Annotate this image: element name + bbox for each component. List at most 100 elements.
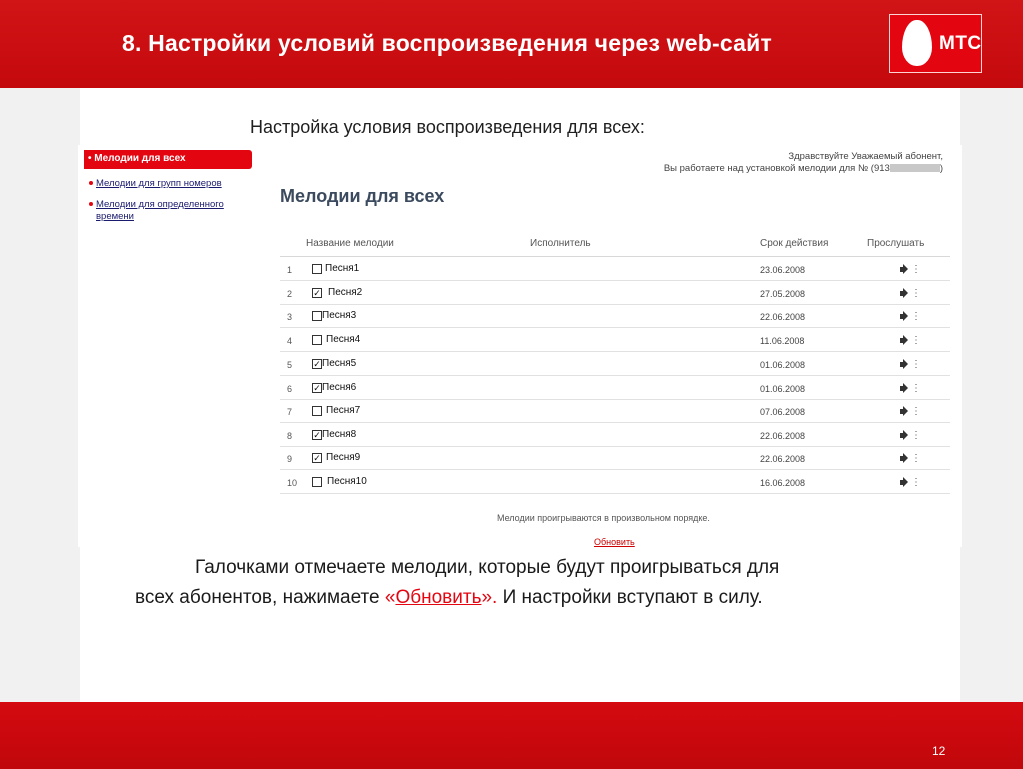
melody-checkbox[interactable] xyxy=(312,264,322,274)
row-divider xyxy=(280,280,950,281)
sidebar-item-label: времени xyxy=(96,211,134,222)
row-number: 2 xyxy=(287,289,293,299)
row-divider xyxy=(280,493,950,494)
song-name: Песня5 xyxy=(322,358,357,369)
sidebar-item-all-melodies[interactable]: • Мелодии для всех xyxy=(84,150,252,169)
caption-line2: всех абонентов, нажимаете «Обновить». И … xyxy=(135,587,763,609)
backdrop-right xyxy=(960,88,1023,702)
row-number: 5 xyxy=(287,360,293,370)
table-row: 7 Песня7 07.06.2008 ⋮ xyxy=(280,400,950,423)
expiry-date: 27.05.2008 xyxy=(760,289,806,299)
expiry-date: 01.06.2008 xyxy=(760,360,806,370)
expiry-date: 22.06.2008 xyxy=(760,312,806,322)
song-name: Песня9 xyxy=(326,452,361,463)
song-name: Песня2 xyxy=(328,287,363,298)
song-name: Песня10 xyxy=(327,476,367,487)
melody-checkbox[interactable]: ✓ xyxy=(312,288,322,298)
random-order-note: Мелодии проигрываются в произвольном пор… xyxy=(497,513,710,523)
song-name: Песня6 xyxy=(322,382,357,393)
masked-number xyxy=(889,164,940,173)
song-name: Песня3 xyxy=(322,310,357,321)
speaker-icon[interactable]: ⋮ xyxy=(900,311,921,322)
update-link[interactable]: Обновить xyxy=(594,537,635,547)
slide-footer xyxy=(0,702,1023,769)
speaker-icon[interactable]: ⋮ xyxy=(900,453,921,464)
melody-checkbox[interactable] xyxy=(312,406,322,416)
speaker-icon[interactable]: ⋮ xyxy=(900,383,921,394)
melody-checkbox[interactable] xyxy=(312,311,322,321)
expiry-date: 23.06.2008 xyxy=(760,265,806,275)
sidebar-item-timed-melodies[interactable]: Мелодии для определенного времени xyxy=(96,199,224,223)
table-row: 3 Песня3 22.06.2008 ⋮ xyxy=(280,305,950,328)
melody-checkbox[interactable] xyxy=(312,335,322,345)
expiry-date: 11.06.2008 xyxy=(760,336,805,346)
egg-icon xyxy=(902,20,932,66)
expiry-date: 16.06.2008 xyxy=(760,478,806,488)
speaker-icon[interactable]: ⋮ xyxy=(900,430,921,441)
table-row: 5 ✓ Песня5 01.06.2008 ⋮ xyxy=(280,353,950,376)
table-row: 6 ✓ Песня6 01.06.2008 ⋮ xyxy=(280,377,950,400)
sidebar-item-label: Мелодии для определенного xyxy=(96,199,224,210)
greeting-text-end: ) xyxy=(939,163,943,174)
song-name: Песня7 xyxy=(326,405,361,416)
song-name: Песня1 xyxy=(325,263,360,274)
greeting-line1: Здравствуйте Уважаемый абонент, xyxy=(788,151,943,162)
melody-checkbox[interactable]: ✓ xyxy=(312,359,322,369)
column-header-song: Название мелодии xyxy=(306,238,394,249)
expiry-date: 07.06.2008 xyxy=(760,407,806,417)
speaker-icon[interactable]: ⋮ xyxy=(900,406,921,417)
row-divider xyxy=(280,422,950,423)
bullet-icon xyxy=(89,202,93,206)
table-row: 9 ✓ Песня9 22.06.2008 ⋮ xyxy=(280,447,950,470)
caption-text: всех абонентов, нажимаете xyxy=(135,587,385,608)
row-number: 7 xyxy=(287,407,293,417)
caption-line1: Галочками отмечаете мелодии, которые буд… xyxy=(195,557,780,578)
row-divider xyxy=(280,375,950,376)
row-number: 1 xyxy=(287,265,293,275)
row-number: 3 xyxy=(287,312,293,322)
column-header-artist: Исполнитель xyxy=(530,238,591,249)
melody-checkbox[interactable]: ✓ xyxy=(312,383,322,393)
expiry-date: 22.06.2008 xyxy=(760,431,806,441)
table-row: 10 Песня10 16.06.2008 ⋮ xyxy=(280,471,950,494)
song-name: Песня8 xyxy=(322,429,357,440)
speaker-icon[interactable]: ⋮ xyxy=(900,359,921,370)
row-number: 10 xyxy=(287,478,298,488)
quote-close: ». xyxy=(481,587,503,608)
row-number: 9 xyxy=(287,454,293,464)
column-header-listen: Прослушать xyxy=(867,238,925,249)
speaker-icon[interactable]: ⋮ xyxy=(900,335,921,346)
row-divider xyxy=(280,469,950,470)
row-divider xyxy=(280,351,950,352)
speaker-icon[interactable]: ⋮ xyxy=(900,288,921,299)
row-divider xyxy=(280,327,950,328)
caption-update-link[interactable]: Обновить xyxy=(395,587,481,608)
table-row: 4 Песня4 11.06.2008 ⋮ xyxy=(280,329,950,352)
bullet-icon xyxy=(89,181,93,185)
caption-text-end: И настройки вступают в силу. xyxy=(502,587,763,608)
expiry-date: 01.06.2008 xyxy=(760,384,806,394)
greeting-line2: Вы работаете над установкой мелодии для … xyxy=(664,163,943,174)
melody-checkbox[interactable]: ✓ xyxy=(312,430,322,440)
row-number: 6 xyxy=(287,384,293,394)
page-number: 12 xyxy=(932,744,946,758)
sidebar-item-label: Мелодии для всех xyxy=(94,153,186,164)
slide-title: 8. Настройки условий воспроизведения чер… xyxy=(122,30,772,56)
backdrop-left xyxy=(0,88,80,702)
sidebar-item-group-melodies[interactable]: Мелодии для групп номеров xyxy=(96,178,222,190)
melody-checkbox[interactable]: ✓ xyxy=(312,453,322,463)
song-name: Песня4 xyxy=(326,334,361,345)
greeting-text: Вы работаете над установкой мелодии для … xyxy=(663,163,890,174)
table-row: 1 Песня1 23.06.2008 ⋮ xyxy=(280,258,950,281)
mts-logo: МТС xyxy=(889,14,982,73)
table-row: 2 ✓ Песня2 27.05.2008 ⋮ xyxy=(280,282,950,305)
column-header-expiry: Срок действия xyxy=(760,238,829,249)
speaker-icon[interactable]: ⋮ xyxy=(900,477,921,488)
speaker-icon[interactable]: ⋮ xyxy=(900,264,921,275)
logo-text: МТС xyxy=(939,33,982,54)
table-row: 8 ✓ Песня8 22.06.2008 ⋮ xyxy=(280,424,950,447)
melody-checkbox[interactable] xyxy=(312,477,322,487)
row-number: 8 xyxy=(287,431,293,441)
table-header-divider xyxy=(280,256,950,257)
quote-open: « xyxy=(384,587,396,608)
